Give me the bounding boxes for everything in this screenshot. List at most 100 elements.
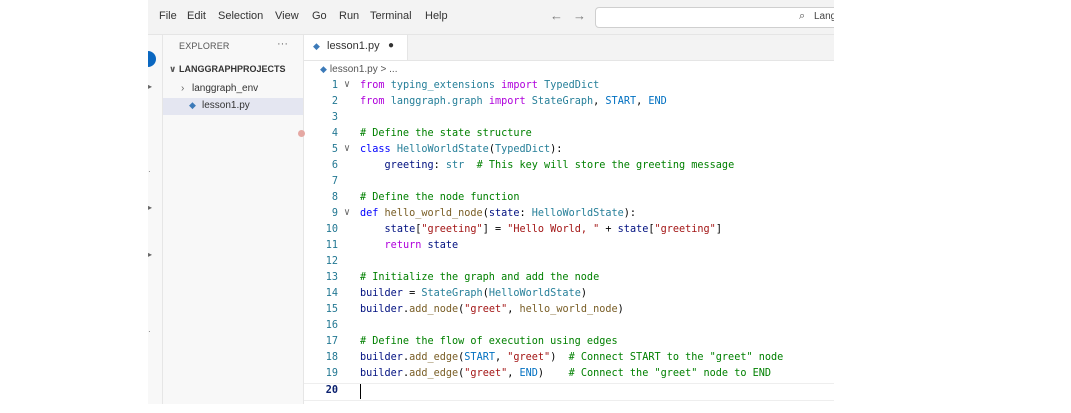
unsaved-dot-icon[interactable]: ● — [388, 40, 394, 51]
code-text: # Define the flow of execution using edg… — [360, 336, 618, 347]
menu-help[interactable]: Help — [425, 10, 448, 22]
line-number: 18 — [325, 352, 338, 363]
code-token: StateGraph — [421, 288, 483, 299]
more-actions-icon[interactable]: ··· — [277, 38, 288, 50]
code-token: import — [501, 80, 538, 91]
activity-icon[interactable]: ▸ — [148, 203, 152, 212]
code-line[interactable]: 4 # Define the state structure — [298, 127, 834, 143]
code-line[interactable]: 14 builder = StateGraph(HelloWorldState) — [304, 287, 834, 303]
menu-edit[interactable]: Edit — [187, 10, 206, 22]
file-item-selected[interactable]: ◆ lesson1.py — [163, 98, 303, 115]
code-token: state — [384, 224, 416, 235]
line-number: 10 — [325, 224, 338, 235]
line-number: 8 — [331, 192, 338, 203]
code-token: def — [360, 208, 379, 219]
menu-run[interactable]: Run — [339, 10, 359, 22]
code-line[interactable]: 3 — [304, 111, 834, 127]
activity-icon[interactable]: · — [148, 327, 151, 336]
code-line[interactable]: 20 — [304, 383, 834, 401]
line-number: 15 — [325, 304, 338, 315]
menu-file[interactable]: File — [159, 10, 177, 22]
code-line[interactable]: 16 — [304, 319, 834, 335]
code-token: state — [617, 224, 649, 235]
code-token: greeting — [384, 160, 434, 171]
code-token: ) — [550, 352, 569, 363]
explorer-activity-icon[interactable] — [148, 51, 156, 67]
back-arrow-icon[interactable]: ← — [550, 8, 563, 23]
code-text: builder = StateGraph(HelloWorldState) — [360, 288, 587, 299]
line-number: 12 — [325, 256, 338, 267]
code-line[interactable]: 9 ∨ def hello_world_node(state: HelloWorld… — [304, 207, 834, 223]
code-editor[interactable]: 1 ∨ from typing_extensions import TypedDic… — [298, 79, 834, 404]
menu-selection[interactable]: Selection — [218, 10, 263, 22]
code-token: ): — [623, 208, 637, 219]
forward-arrow-icon[interactable]: → — [573, 8, 586, 23]
code-line[interactable]: 5 ∨ class HelloWorldState(TypedDict): — [304, 143, 834, 159]
code-token: add_edge — [409, 368, 459, 379]
code-line[interactable]: 1 ∨ from typing_extensions import TypedDic… — [304, 79, 834, 95]
code-token: # Define the flow of execution using edg… — [360, 336, 618, 347]
code-token: builder — [360, 368, 403, 379]
code-line[interactable]: 6 greeting: str # This key will store th… — [304, 159, 834, 175]
tab-lesson1[interactable]: ◆ lesson1.py ● — [304, 35, 408, 60]
fold-chevron-icon[interactable]: ∨ — [344, 143, 350, 154]
folder-label: langgraph_env — [192, 83, 259, 94]
activity-icon[interactable]: · — [148, 167, 151, 176]
fold-chevron-icon[interactable]: ∨ — [344, 79, 350, 90]
code-token: TypedDict — [494, 144, 551, 155]
code-text: from langgraph.graph import StateGraph, … — [360, 96, 667, 107]
line-number: 20 — [325, 385, 338, 396]
code-token: typing_extensions — [390, 80, 495, 91]
tab-bar: ◆ lesson1.py ● — [304, 35, 834, 61]
code-text: # Initialize the graph and add the node — [360, 272, 599, 283]
python-file-icon: ◆ — [320, 64, 327, 74]
code-token: return — [384, 240, 422, 251]
breadcrumb-rest[interactable]: > ... — [378, 64, 398, 75]
code-text: greeting: str # This key will store the … — [360, 160, 735, 171]
tab-label: lesson1.py — [327, 40, 380, 52]
chevron-down-icon: ∨ — [169, 64, 177, 74]
code-token: ) — [580, 288, 587, 299]
code-token: END — [519, 368, 538, 379]
menu-view[interactable]: View — [275, 10, 299, 22]
code-token: import — [488, 96, 526, 107]
line-number: 19 — [325, 368, 338, 379]
text-cursor — [360, 384, 361, 399]
code-line[interactable]: 7 — [304, 175, 834, 191]
code-line[interactable]: 13 # Initialize the graph and add the nod… — [304, 271, 834, 287]
activity-icon[interactable]: ▸ — [148, 250, 152, 259]
code-token: add_node — [409, 304, 459, 315]
code-line[interactable]: 10 state["greeting"] = "Hello World, " +… — [304, 223, 834, 239]
code-token: "Hello World, " — [507, 224, 600, 235]
breadcrumb-file[interactable]: lesson1.py — [330, 64, 378, 75]
code-line[interactable]: 11 return state — [304, 239, 834, 255]
code-text: state["greeting"] = "Hello World, " + st… — [360, 224, 722, 235]
project-folder[interactable]: ∨ LANGGRAPHPROJECTS — [169, 64, 286, 75]
activity-bar: ▸ · ▸ ▸ · — [148, 35, 163, 404]
code-text: builder.add_node("greet", hello_world_no… — [360, 304, 624, 315]
command-center-search[interactable]: ⌕ Lang — [595, 7, 834, 28]
code-line[interactable]: 17 # Define the flow of execution using e… — [304, 335, 834, 351]
project-folder-label: LANGGRAPHPROJECTS — [179, 64, 286, 74]
code-line[interactable]: 8 # Define the node function — [304, 191, 834, 207]
code-token: : — [519, 208, 532, 219]
folder-item[interactable]: › langgraph_env — [181, 83, 258, 94]
code-line[interactable]: 15 builder.add_node("greet", hello_world_… — [304, 303, 834, 319]
code-token: , — [507, 368, 520, 379]
code-line[interactable]: 18 builder.add_edge(START, "greet") # Con… — [304, 351, 834, 367]
menu-terminal[interactable]: Terminal — [370, 10, 412, 22]
code-token: HelloWorldState — [531, 208, 624, 219]
activity-icon[interactable]: ▸ — [148, 82, 152, 91]
menu-go[interactable]: Go — [312, 10, 327, 22]
code-line[interactable]: 12 — [304, 255, 834, 271]
code-token: "greet" — [464, 304, 508, 315]
fold-chevron-icon[interactable]: ∨ — [344, 207, 350, 218]
code-token: , — [494, 352, 508, 363]
code-text: class HelloWorldState(TypedDict): — [360, 144, 562, 155]
code-line[interactable]: 2 from langgraph.graph import StateGraph,… — [304, 95, 834, 111]
code-text: # Define the state structure — [360, 128, 532, 139]
code-line[interactable]: 19 builder.add_edge("greet", END) # Conne… — [304, 367, 834, 383]
line-number: 7 — [331, 176, 338, 187]
